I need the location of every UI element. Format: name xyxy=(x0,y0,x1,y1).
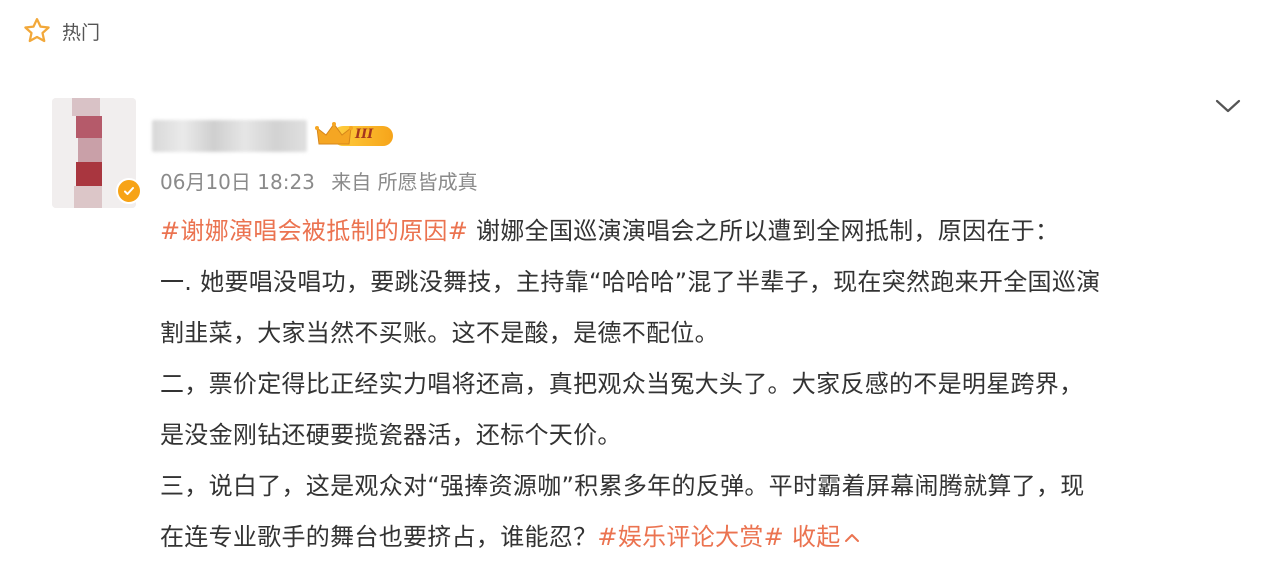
member-level-badge[interactable]: III xyxy=(315,122,393,148)
post-meta: 06月10日 18:23 来自 所愿皆成真 xyxy=(160,166,488,195)
post-line-2a: 二，票价定得比正经实力唱将还高，真把观众当冤大头了。大家反感的不是明星跨界， xyxy=(160,370,1084,398)
post-intro-line: #谢娜演唱会被抵制的原因# 谢娜全国巡演演唱会之所以遭到全网抵制，原因在于： xyxy=(160,206,1270,257)
verified-badge-icon xyxy=(116,178,142,204)
collapse-button[interactable]: 收起 xyxy=(792,523,860,551)
chevron-down-icon[interactable] xyxy=(1214,97,1242,115)
post-body: #谢娜演唱会被抵制的原因# 谢娜全国巡演演唱会之所以遭到全网抵制，原因在于： 一… xyxy=(160,206,1270,563)
post-line-3b: 在连专业歌手的舞台也要挤占，谁能忍？ xyxy=(160,523,598,551)
post-line-2b: 是没金刚钻还硬要揽瓷器活，还标个天价。 xyxy=(160,421,622,449)
star-icon xyxy=(22,16,52,46)
hashtag-topic-link[interactable]: #谢娜演唱会被抵制的原因# xyxy=(160,217,468,245)
post-time[interactable]: 06月10日 18:23 xyxy=(160,170,315,194)
username[interactable] xyxy=(152,120,307,152)
post-line-1a: 一. 她要唱没唱功，要跳没舞技，主持靠“哈哈哈”混了半辈子，现在突然跑来开全国巡… xyxy=(160,268,1101,296)
collapse-label: 收起 xyxy=(791,523,841,551)
post-line-3a: 三，说白了，这是观众对“强捧资源咖”积累多年的反弹。平时霸着屏幕闹腾就算了，现 xyxy=(160,472,1085,500)
member-level-text: III xyxy=(355,127,374,142)
chevron-up-icon xyxy=(844,534,859,542)
post-last-line: 在连专业歌手的舞台也要挤占，谁能忍？#娱乐评论大赏# 收起 xyxy=(160,512,1270,563)
crown-icon xyxy=(315,122,353,145)
post-line-1b: 割韭菜，大家当然不买账。这不是酸，是德不配位。 xyxy=(160,319,719,347)
hot-section-header: 热门 xyxy=(22,16,100,46)
post-intro-text: 谢娜全国巡演演唱会之所以遭到全网抵制，原因在于： xyxy=(468,217,1060,245)
hashtag-entertainment-link[interactable]: #娱乐评论大赏# xyxy=(597,523,784,551)
post-source[interactable]: 来自 所愿皆成真 xyxy=(331,170,477,194)
hot-section-label: 热门 xyxy=(62,21,101,44)
